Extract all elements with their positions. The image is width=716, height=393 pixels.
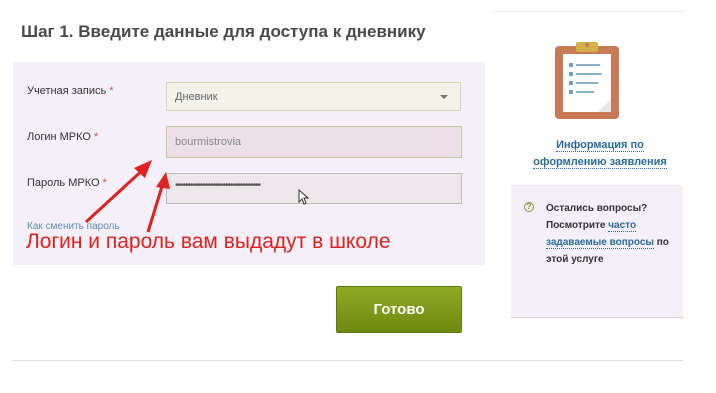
clipboard-icon[interactable] [554, 40, 620, 120]
help-box: ? Остались вопросы? Посмотрите часто зад… [511, 185, 683, 318]
bottom-divider [12, 360, 683, 361]
submit-button[interactable]: Готово [336, 286, 462, 333]
question-icon: ? [524, 202, 534, 212]
annotation-text: Логин и пароль вам выдадут в школе [26, 230, 391, 253]
info-link-line1[interactable]: Информация по [556, 139, 644, 152]
info-link-line2[interactable]: оформлению заявления [533, 156, 667, 169]
help-text: Остались вопросы? Посмотрите часто задав… [546, 200, 676, 268]
application-info-link[interactable]: Информация по оформлению заявления [520, 137, 680, 171]
